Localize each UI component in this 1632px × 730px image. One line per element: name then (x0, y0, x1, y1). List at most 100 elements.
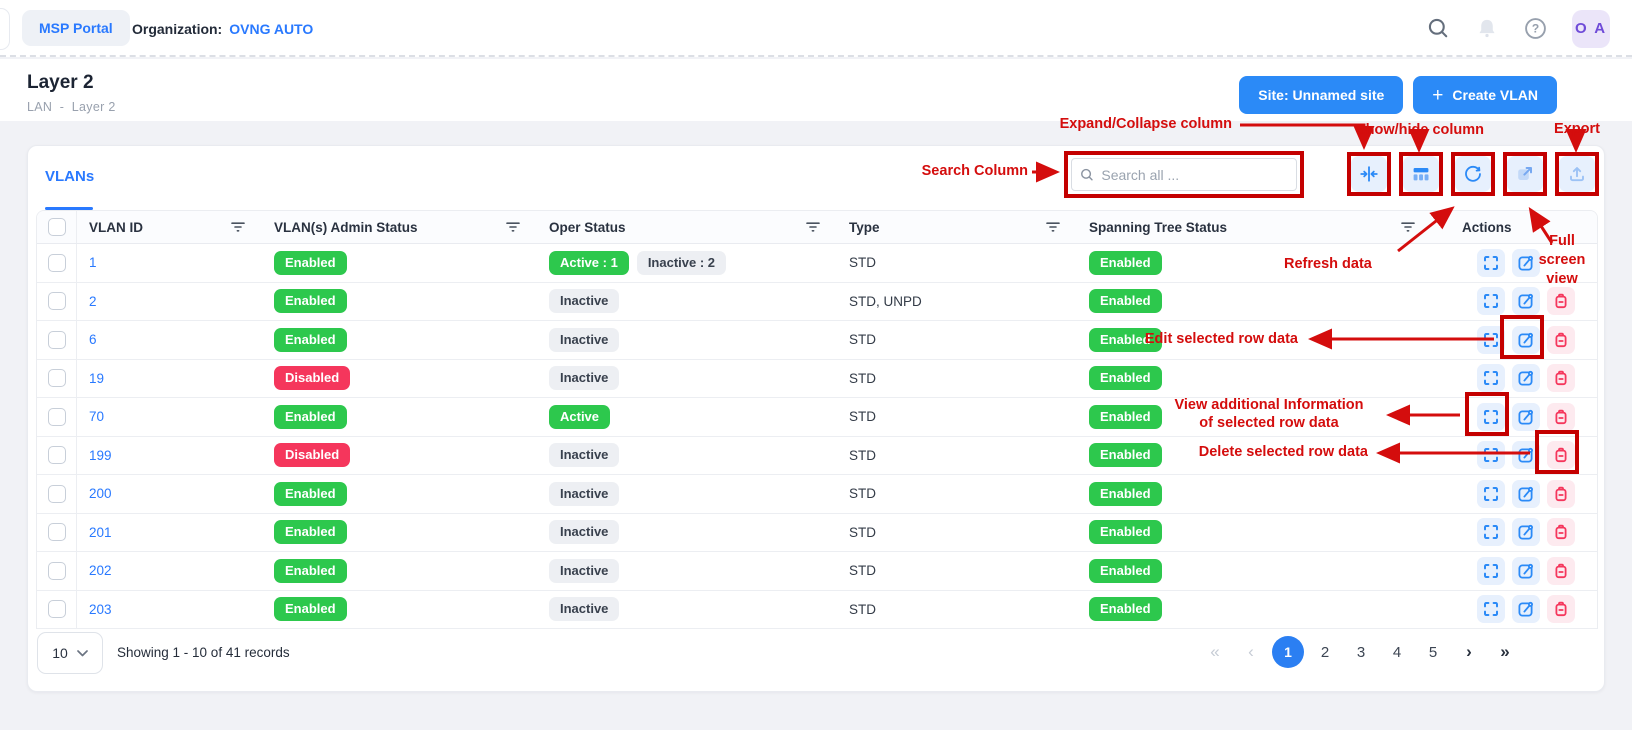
delete-row-button[interactable] (1547, 403, 1575, 431)
row-checkbox[interactable] (48, 446, 66, 464)
pagination-page-3[interactable]: 3 (1346, 636, 1376, 668)
show-hide-column-button[interactable] (1403, 156, 1439, 192)
export-icon (1567, 164, 1587, 184)
avatar[interactable]: O A (1572, 10, 1610, 48)
pagination-page-5[interactable]: 5 (1418, 636, 1448, 668)
row-checkbox[interactable] (48, 369, 66, 387)
delete-row-button[interactable] (1547, 364, 1575, 392)
delete-row-button[interactable] (1547, 518, 1575, 546)
edit-row-button[interactable] (1512, 287, 1540, 315)
pagination-last[interactable]: » (1490, 636, 1520, 668)
oper-status-badge: Inactive (549, 443, 619, 467)
filter-icon[interactable] (1400, 221, 1416, 233)
table-body: 1 Enabled Active : 1Inactive : 2 STD Ena… (37, 244, 1597, 629)
admin-status-badge: Enabled (274, 559, 347, 583)
pagination-page-1[interactable]: 1 (1272, 636, 1304, 668)
help-icon[interactable]: ? (1524, 17, 1547, 40)
edit-row-button[interactable] (1512, 364, 1540, 392)
oper-status-badge: Inactive (549, 366, 619, 390)
edit-row-button[interactable] (1512, 518, 1540, 546)
delete-row-button[interactable] (1547, 557, 1575, 585)
refresh-button[interactable] (1455, 156, 1491, 192)
expand-collapse-column-button[interactable] (1351, 156, 1387, 192)
stp-status-badge: Enabled (1089, 559, 1162, 583)
vlan-id-link[interactable]: 2 (89, 294, 97, 309)
admin-status-badge: Enabled (274, 251, 347, 275)
delete-row-button[interactable] (1547, 595, 1575, 623)
fullscreen-button[interactable] (1507, 156, 1543, 192)
export-button[interactable] (1559, 156, 1595, 192)
page-title: Layer 2 (27, 72, 94, 94)
edit-row-button[interactable] (1512, 595, 1540, 623)
oper-status-cell: Inactive (537, 597, 837, 621)
delete-row-button[interactable] (1547, 326, 1575, 354)
expand-row-button[interactable] (1477, 557, 1505, 585)
search-box[interactable] (1071, 158, 1297, 191)
site-button[interactable]: Site: Unnamed site (1239, 76, 1403, 114)
expand-row-button[interactable] (1477, 441, 1505, 469)
row-checkbox[interactable] (48, 292, 66, 310)
msp-portal-chip[interactable]: MSP Portal (22, 10, 130, 46)
filter-icon[interactable] (505, 221, 521, 233)
delete-row-button[interactable] (1547, 287, 1575, 315)
expand-row-button[interactable] (1477, 249, 1505, 277)
row-checkbox[interactable] (48, 485, 66, 503)
row-checkbox[interactable] (48, 523, 66, 541)
search-input[interactable] (1101, 167, 1288, 183)
pagination-prev[interactable]: ‹ (1236, 636, 1266, 668)
type-value: STD (849, 602, 876, 617)
admin-status-badge: Enabled (274, 328, 347, 352)
oper-status-badge: Inactive (549, 328, 619, 352)
tab-vlans[interactable]: VLANs (45, 168, 94, 185)
row-checkbox[interactable] (48, 562, 66, 580)
delete-row-icon (1551, 484, 1571, 504)
delete-row-icon (1551, 407, 1571, 427)
filter-icon[interactable] (230, 221, 246, 233)
oper-status-cell: Active (537, 405, 837, 429)
delete-row-button[interactable] (1547, 480, 1575, 508)
vlan-id-link[interactable]: 202 (89, 563, 112, 578)
row-checkbox[interactable] (48, 331, 66, 349)
edit-row-icon (1516, 484, 1536, 504)
bell-icon[interactable] (1475, 17, 1499, 41)
expand-row-button[interactable] (1477, 364, 1505, 392)
vlan-id-link[interactable]: 203 (89, 602, 112, 617)
filter-icon[interactable] (1045, 221, 1061, 233)
row-checkbox[interactable] (48, 600, 66, 618)
expand-row-button[interactable] (1477, 595, 1505, 623)
page-size-select[interactable]: 10 (37, 632, 103, 674)
search-icon[interactable] (1427, 17, 1450, 40)
pagination-next[interactable]: › (1454, 636, 1484, 668)
create-vlan-button[interactable]: + Create VLAN (1413, 76, 1557, 114)
edit-row-button[interactable] (1512, 557, 1540, 585)
row-checkbox[interactable] (48, 408, 66, 426)
admin-status-badge: Enabled (274, 405, 347, 429)
filter-icon[interactable] (805, 221, 821, 233)
vlan-id-link[interactable]: 201 (89, 525, 112, 540)
vlan-id-link[interactable]: 19 (89, 371, 104, 386)
pagination-page-4[interactable]: 4 (1382, 636, 1412, 668)
vlan-id-link[interactable]: 200 (89, 486, 112, 501)
edit-row-button[interactable] (1512, 403, 1540, 431)
delete-row-annotation-box (1535, 430, 1579, 474)
stp-status-badge: Enabled (1089, 443, 1162, 467)
table-row: 203 Enabled Inactive STD Enabled (37, 591, 1597, 630)
organization-link[interactable]: OVNG AUTO (229, 21, 313, 37)
type-value: STD (849, 448, 876, 463)
oper-status-cell: Inactive (537, 443, 837, 467)
vlan-id-link[interactable]: 1 (89, 255, 97, 270)
pagination-page-2[interactable]: 2 (1310, 636, 1340, 668)
row-checkbox[interactable] (48, 254, 66, 272)
vlan-id-link[interactable]: 199 (89, 448, 112, 463)
vlan-id-link[interactable]: 70 (89, 409, 104, 424)
expand-row-button[interactable] (1477, 287, 1505, 315)
type-value: STD (849, 255, 876, 270)
expand-row-button[interactable] (1477, 518, 1505, 546)
expand-row-button[interactable] (1477, 480, 1505, 508)
export-annotation-box (1555, 152, 1599, 196)
vlan-id-link[interactable]: 6 (89, 332, 97, 347)
edit-row-button[interactable] (1512, 480, 1540, 508)
pagination-first[interactable]: « (1200, 636, 1230, 668)
select-all-checkbox[interactable] (48, 218, 66, 236)
delete-row-icon (1551, 291, 1571, 311)
